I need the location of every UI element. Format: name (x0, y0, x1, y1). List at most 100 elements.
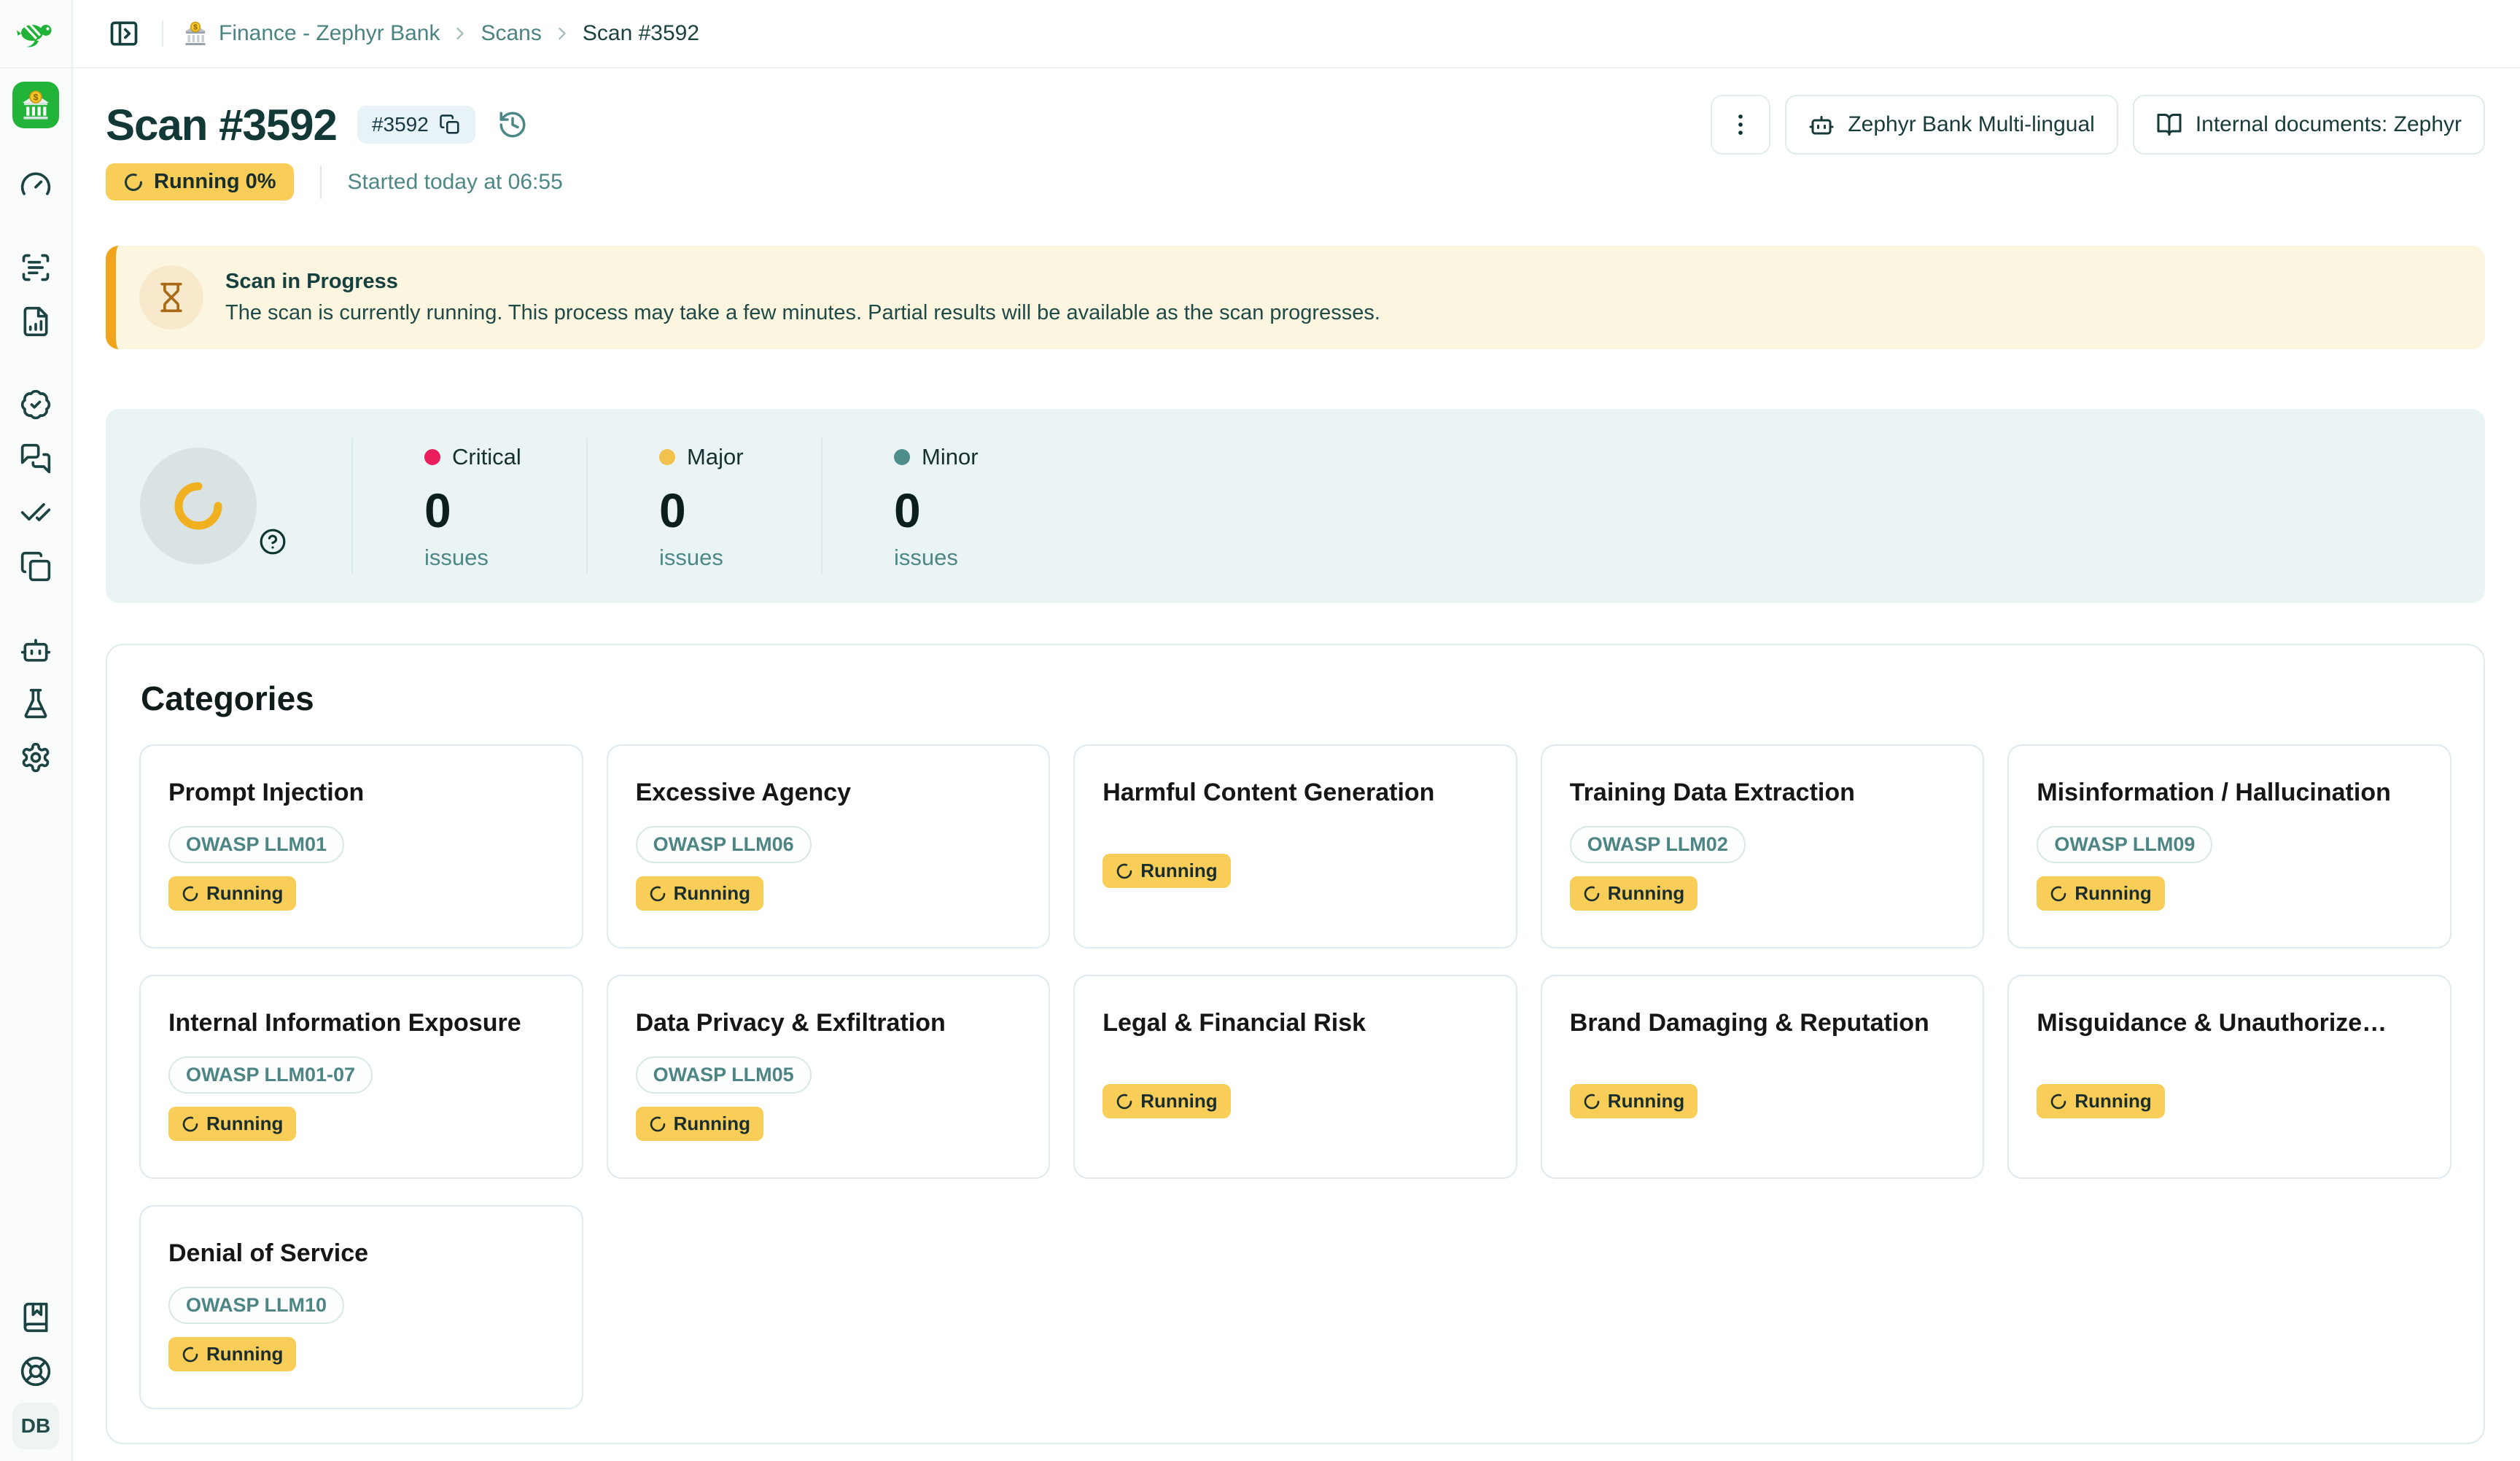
scan-progress-banner: Scan in Progress The scan is currently r… (106, 246, 2485, 349)
flask-icon (20, 687, 52, 720)
gauge-spinner-icon (171, 478, 226, 534)
page-content: Scan #3592 #3592 Zephyr Bank Multi-lingu… (73, 69, 2520, 1461)
category-status-label: Running (1140, 860, 1217, 882)
sidebar-item-conversations[interactable] (12, 435, 59, 482)
severity-column-critical: Critical 0 issues (351, 438, 586, 574)
owasp-badge-label: OWASP LLM01-07 (186, 1064, 355, 1086)
sidebar-item-experiments[interactable] (12, 680, 59, 727)
double-check-icon (20, 496, 52, 529)
knowledge-base-button[interactable]: Internal documents: Zephyr (2133, 95, 2485, 155)
banner-text: Scan in Progress The scan is currently r… (225, 270, 1380, 325)
sidebar-item-scans[interactable] (12, 244, 59, 291)
category-status-badge: Running (2037, 1084, 2164, 1118)
category-card-harmful-content[interactable]: Harmful Content Generation Running (1073, 744, 1517, 948)
category-status-label: Running (1140, 1090, 1217, 1113)
knowledge-base-button-label: Internal documents: Zephyr (2196, 112, 2462, 137)
gauge-circle (140, 448, 257, 564)
scan-status-label: Running 0% (154, 170, 276, 194)
categories-grid: Prompt Injection OWASP LLM01 Running Exc… (139, 744, 2451, 1409)
category-card-denial-of-service[interactable]: Denial of Service OWASP LLM10 Running (139, 1205, 583, 1409)
more-options-button[interactable] (1711, 95, 1770, 155)
breadcrumb-workspace[interactable]: Finance - Zephyr Bank (182, 20, 440, 47)
spinner-icon (649, 885, 666, 903)
spinner-icon (123, 172, 144, 192)
category-card-misinformation[interactable]: Misinformation / Hallucination OWASP LLM… (2007, 744, 2451, 948)
category-status-label: Running (206, 1113, 283, 1135)
category-card-excessive-agency[interactable]: Excessive Agency OWASP LLM06 Running (607, 744, 1051, 948)
help-icon (259, 528, 287, 556)
life-buoy-icon (20, 1355, 52, 1387)
agent-button[interactable]: Zephyr Bank Multi-lingual (1785, 95, 2118, 155)
major-dot (659, 449, 675, 465)
sidebar-item-help[interactable] (12, 1348, 59, 1395)
owasp-badge-label: OWASP LLM05 (653, 1064, 794, 1086)
category-card-legal-financial-risk[interactable]: Legal & Financial Risk Running (1073, 975, 1517, 1179)
sidebar-item-compliance[interactable] (12, 381, 59, 428)
owasp-badge-label: OWASP LLM01 (186, 833, 327, 856)
bot-icon (1808, 112, 1835, 138)
category-card-misguidance[interactable]: Misguidance & Unauthorize… Running (2007, 975, 2451, 1179)
category-card-data-privacy[interactable]: Data Privacy & Exfiltration OWASP LLM05 … (607, 975, 1051, 1179)
category-card-internal-information-exposure[interactable]: Internal Information Exposure OWASP LLM0… (139, 975, 583, 1179)
sidebar-item-dashboard[interactable] (12, 161, 59, 208)
category-status-label: Running (2074, 1090, 2151, 1113)
scan-gauge (106, 438, 351, 574)
category-card-brand-damaging[interactable]: Brand Damaging & Reputation Running (1541, 975, 1985, 1179)
severity-legend: Critical (424, 444, 586, 470)
owasp-badge: OWASP LLM01-07 (168, 1056, 373, 1094)
category-status-badge: Running (636, 1107, 763, 1141)
sidebar-item-settings[interactable] (12, 734, 59, 781)
banner-title: Scan in Progress (225, 270, 1380, 294)
category-title: Data Privacy & Exfiltration (636, 1007, 1022, 1039)
scan-id-chip[interactable]: #3592 (357, 106, 475, 144)
sidebar-item-datasets[interactable] (12, 543, 59, 590)
bank-icon (182, 20, 209, 47)
book-icon (20, 1301, 52, 1333)
spinner-icon (1583, 1093, 1601, 1110)
owasp-badge: OWASP LLM05 (636, 1056, 812, 1094)
copy-icon (439, 114, 461, 136)
severity-column-minor: Minor 0 issues (821, 438, 1056, 574)
severity-legend: Major (659, 444, 821, 470)
app-root: DB Finance - Zephyr Bank Scans Scan #359… (0, 0, 2520, 1461)
category-status-badge: Running (1102, 1084, 1230, 1118)
category-status-label: Running (2074, 882, 2151, 905)
header-actions: Zephyr Bank Multi-lingual Internal docum… (1711, 95, 2485, 155)
category-status-badge: Running (2037, 876, 2164, 911)
category-status-badge: Running (1570, 1084, 1698, 1118)
scan-started-text: Started today at 06:55 (348, 170, 563, 195)
category-status-label: Running (674, 1113, 750, 1135)
category-status-badge: Running (1570, 876, 1698, 911)
workspace-avatar[interactable] (12, 82, 59, 128)
breadcrumb-scans[interactable]: Scans (481, 21, 541, 46)
category-status-badge: Running (168, 876, 296, 911)
categories-heading: Categories (141, 679, 2451, 718)
severity-unit: issues (424, 545, 586, 571)
owasp-badge-label: OWASP LLM10 (186, 1294, 327, 1317)
spinner-icon (182, 1115, 199, 1133)
sidebar-item-evaluations[interactable] (12, 489, 59, 536)
sidebar-nav: DB (0, 69, 71, 1461)
sidebar-toggle-button[interactable] (105, 15, 143, 52)
badge-check-icon (20, 389, 52, 421)
sidebar-item-reports[interactable] (12, 298, 59, 345)
sidebar-item-agents[interactable] (12, 626, 59, 673)
banner-message: The scan is currently running. This proc… (225, 301, 1380, 325)
category-title: Misinformation / Hallucination (2037, 776, 2422, 809)
help-button[interactable] (257, 526, 289, 558)
sidebar-item-docs[interactable] (12, 1294, 59, 1341)
history-button[interactable] (493, 109, 532, 141)
category-card-prompt-injection[interactable]: Prompt Injection OWASP LLM01 Running (139, 744, 583, 948)
gear-icon (20, 741, 52, 774)
chevron-right-icon (450, 23, 470, 44)
user-avatar[interactable]: DB (12, 1403, 59, 1449)
category-card-training-data-extraction[interactable]: Training Data Extraction OWASP LLM02 Run… (1541, 744, 1985, 948)
turtle-logo-icon[interactable] (15, 19, 56, 48)
kebab-icon (1727, 111, 1754, 139)
category-status-label: Running (674, 882, 750, 905)
categories-panel: Categories Prompt Injection OWASP LLM01 … (106, 644, 2485, 1444)
owasp-badge: OWASP LLM01 (168, 826, 344, 863)
owasp-badge: OWASP LLM02 (1570, 826, 1746, 863)
status-divider (320, 165, 322, 199)
severity-unit: issues (894, 545, 1056, 571)
